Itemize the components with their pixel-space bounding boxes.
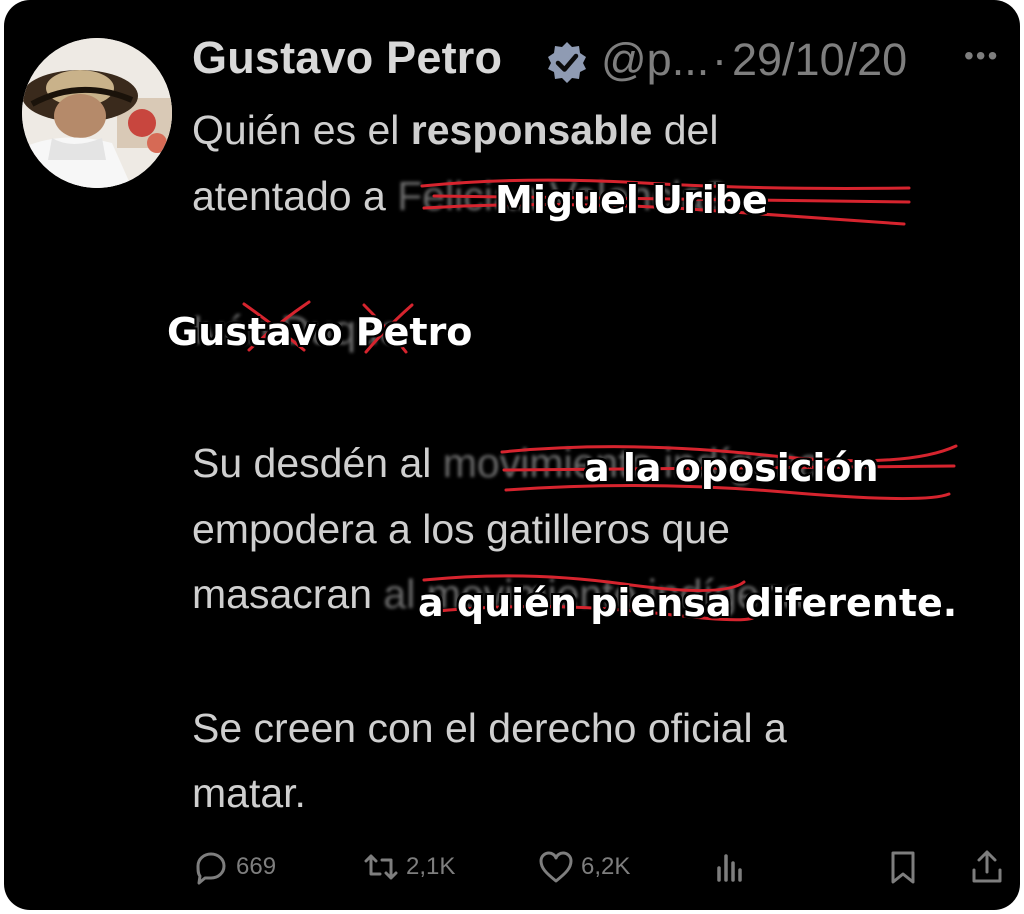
- share-button[interactable]: [968, 848, 1006, 886]
- bookmark-button[interactable]: [884, 848, 922, 886]
- retweet-count: 2,1K: [406, 853, 456, 880]
- overlay-target-name: Miguel Uribe: [495, 178, 768, 222]
- overlay-responsible-name: Gustavo Petro: [167, 310, 473, 354]
- overlay-victims: a quién piensa diferente.: [418, 581, 958, 625]
- overlay-group: a la oposición: [584, 446, 879, 490]
- retweet-button[interactable]: 2,1K: [362, 848, 455, 886]
- views-button[interactable]: [711, 848, 749, 886]
- tweet-action-bar: 669 2,1K 6,2K: [4, 838, 1020, 898]
- views-icon: [717, 854, 742, 882]
- reply-icon: [196, 852, 226, 885]
- like-icon: [539, 851, 573, 883]
- share-icon: [972, 850, 1002, 883]
- reply-count: 669: [236, 853, 277, 880]
- retweet-icon: [364, 854, 398, 880]
- like-button[interactable]: 6,2K: [537, 848, 630, 886]
- bookmark-icon: [891, 851, 915, 884]
- like-count: 6,2K: [581, 853, 631, 880]
- tweet-card: Gustavo Petro @p... · 29/10/20 ••• Quién…: [4, 0, 1020, 910]
- reply-button[interactable]: 669: [192, 848, 276, 886]
